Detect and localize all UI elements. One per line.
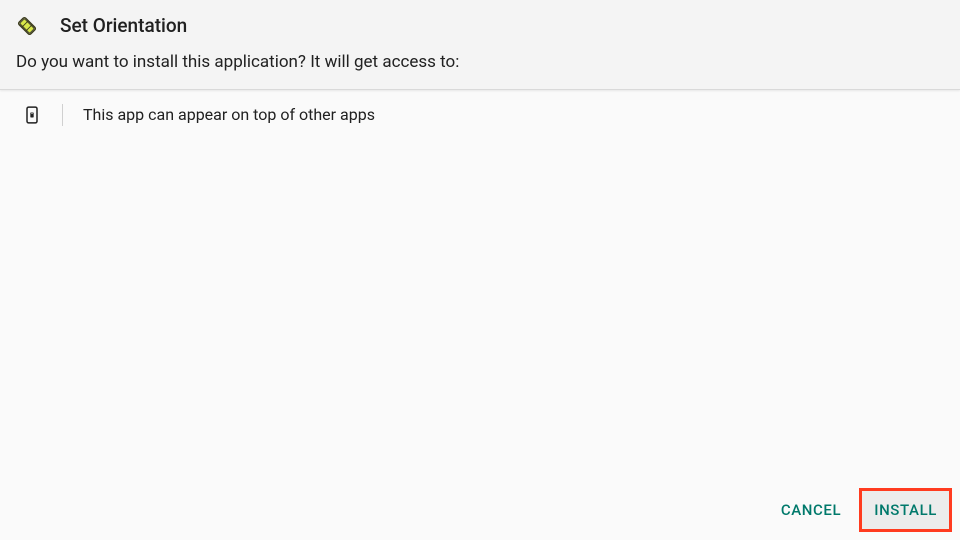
app-icon xyxy=(16,15,38,37)
install-prompt: Do you want to install this application?… xyxy=(16,51,944,75)
install-highlight: INSTALL xyxy=(859,488,952,532)
install-header: Set Orientation Do you want to install t… xyxy=(0,0,960,90)
install-button[interactable]: INSTALL xyxy=(862,491,949,529)
app-title: Set Orientation xyxy=(60,14,187,37)
button-bar: CANCEL INSTALL xyxy=(767,488,952,532)
permission-row: This app can appear on top of other apps xyxy=(16,104,944,126)
title-row: Set Orientation xyxy=(16,14,944,37)
permissions-list: This app can appear on top of other apps xyxy=(0,90,960,140)
permission-text: This app can appear on top of other apps xyxy=(83,105,375,124)
cancel-button[interactable]: CANCEL xyxy=(767,489,855,531)
divider xyxy=(62,104,63,126)
overlay-icon xyxy=(22,105,42,125)
